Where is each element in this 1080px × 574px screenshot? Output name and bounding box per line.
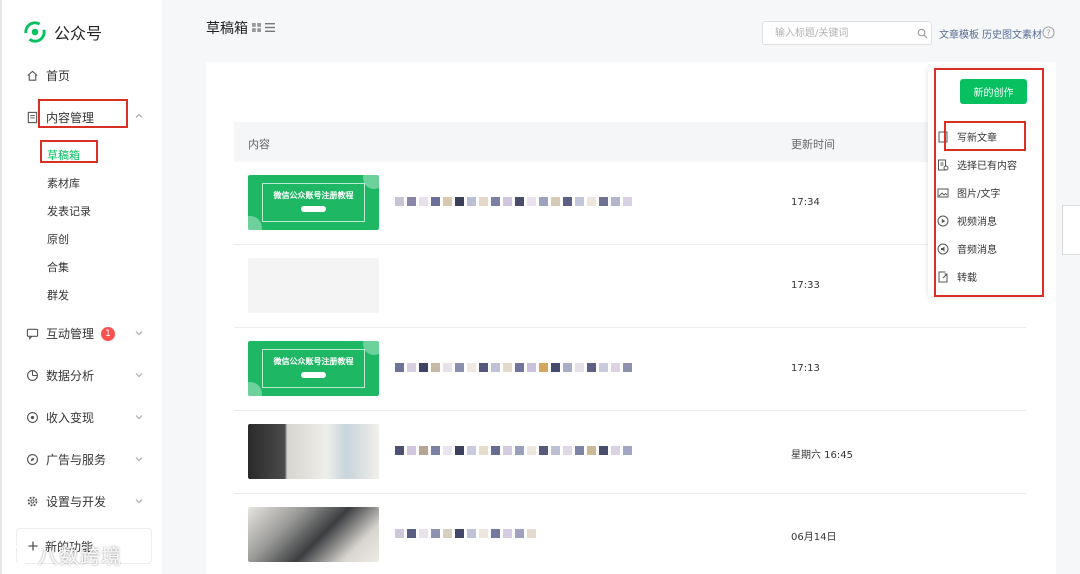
audio-icon (937, 243, 949, 254)
sidebar-item-ads[interactable]: 广告与服务 (26, 451, 106, 468)
page-title: 草稿箱 (206, 21, 248, 37)
sidebar-sub-item-materials[interactable]: 素材库 (47, 175, 80, 191)
sidebar-item-income[interactable]: 收入变现 (26, 409, 94, 426)
document-icon (27, 111, 38, 124)
compass-icon (27, 454, 38, 465)
brand[interactable]: 公众号 (24, 20, 102, 44)
thumbnail-title: 微信公众账号注册教程 (273, 191, 354, 200)
menu-item-label: 视频消息 (957, 217, 997, 228)
blurred-title (395, 197, 632, 207)
table-header (234, 122, 1026, 162)
menu-item-video-message[interactable]: 视频消息 (937, 213, 997, 228)
coin-icon (27, 412, 38, 423)
sidebar-sub-item-publish-records[interactable]: 发表记录 (47, 203, 91, 219)
update-time: 17:13 (791, 363, 820, 374)
chevron-down-icon[interactable] (134, 412, 144, 422)
sidebar-item-content-management[interactable]: 内容管理 (26, 109, 94, 126)
watermark-logo-icon (9, 544, 31, 565)
menu-item-write-new-article[interactable]: 写新文章 (937, 129, 997, 144)
search-input[interactable] (773, 26, 913, 40)
update-time: 17:34 (791, 197, 820, 208)
document-icon (938, 131, 948, 142)
sidebar-sub-item-mass-send[interactable]: 群发 (47, 287, 69, 303)
help-icon[interactable]: ? (1042, 26, 1055, 39)
notification-badge: 1 (101, 326, 116, 341)
chevron-down-icon[interactable] (134, 370, 144, 380)
thumbnail-title: 微信公众账号注册教程 (273, 357, 354, 366)
menu-item-image-text[interactable]: 图片/文字 (937, 185, 1000, 200)
sidebar-item-label: 设置与开发 (46, 495, 107, 509)
gear-icon (27, 496, 38, 507)
image-icon (937, 188, 949, 197)
list-view-icon[interactable] (265, 23, 275, 32)
update-time: 星期六 16:45 (791, 450, 853, 461)
sidebar-item-home[interactable]: 首页 (26, 67, 70, 84)
menu-item-label: 选择已有内容 (957, 161, 1017, 172)
repost-icon (938, 271, 948, 282)
svg-text:?: ? (1046, 27, 1050, 37)
menu-item-audio-message[interactable]: 音频消息 (937, 241, 997, 256)
draft-thumbnail[interactable] (248, 258, 379, 313)
menu-item-label: 转载 (957, 273, 977, 284)
update-time: 06月14日 (791, 532, 837, 543)
sidebar-item-label: 内容管理 (46, 111, 95, 125)
search-icon[interactable] (917, 28, 928, 39)
blurred-title (395, 529, 536, 539)
sidebar-sub-item-drafts[interactable]: 草稿箱 (47, 147, 80, 163)
column-header-update-time: 更新时间 (791, 138, 835, 151)
view-toggle (252, 23, 275, 32)
sidebar: 公众号 首页 内容管理 草稿箱 素材库 发表记录 原创 合集 群发 互动管理 1… (0, 0, 162, 574)
article-templates-link[interactable]: 文章模板 (939, 26, 979, 41)
analytics-icon (27, 370, 38, 381)
home-icon (27, 70, 38, 81)
brand-name: 公众号 (54, 24, 103, 43)
wechat-official-logo-icon (24, 21, 46, 43)
menu-item-label: 写新文章 (957, 133, 997, 144)
blurred-title (395, 446, 632, 456)
new-creation-button[interactable]: 新的创作 (960, 79, 1027, 104)
sidebar-item-label: 互动管理 (46, 327, 95, 341)
sidebar-sub-item-original[interactable]: 原创 (47, 231, 69, 247)
sidebar-sub-item-collections[interactable]: 合集 (47, 259, 69, 275)
watermark-text: 八数跨境 (38, 544, 122, 568)
chat-icon (26, 328, 39, 340)
chevron-down-icon[interactable] (134, 328, 144, 338)
menu-item-repost[interactable]: 转载 (937, 269, 977, 284)
grid-view-icon[interactable] (252, 23, 261, 32)
sidebar-item-interaction[interactable]: 互动管理 1 (26, 325, 116, 342)
history-materials-link[interactable]: 历史图文素材 (982, 26, 1042, 41)
watermark: 八数跨境 (8, 540, 122, 569)
draft-thumbnail[interactable] (248, 507, 379, 562)
play-icon (937, 215, 949, 226)
update-time: 17:33 (791, 280, 820, 291)
draft-thumbnail[interactable]: 微信公众账号注册教程 (248, 175, 379, 230)
sidebar-item-settings[interactable]: 设置与开发 (26, 493, 106, 510)
sidebar-item-label: 数据分析 (46, 369, 95, 383)
blurred-title (395, 363, 632, 373)
sidebar-item-label: 广告与服务 (46, 453, 107, 467)
chevron-down-icon[interactable] (134, 454, 144, 464)
sidebar-item-label: 收入变现 (46, 411, 95, 425)
menu-item-select-existing[interactable]: 选择已有内容 (937, 157, 1017, 172)
sidebar-item-label: 首页 (46, 69, 71, 83)
side-panel-tab[interactable] (1062, 205, 1080, 255)
column-header-content: 内容 (248, 138, 270, 151)
menu-item-label: 音频消息 (957, 245, 997, 256)
draft-thumbnail[interactable]: 微信公众账号注册教程 (248, 341, 379, 396)
file-select-icon (938, 159, 949, 170)
sidebar-item-analytics[interactable]: 数据分析 (26, 367, 94, 384)
draft-thumbnail[interactable] (248, 424, 379, 479)
chevron-up-icon[interactable] (134, 111, 144, 121)
chevron-down-icon[interactable] (134, 496, 144, 506)
menu-item-label: 图片/文字 (957, 189, 1001, 200)
search-box (762, 21, 932, 45)
